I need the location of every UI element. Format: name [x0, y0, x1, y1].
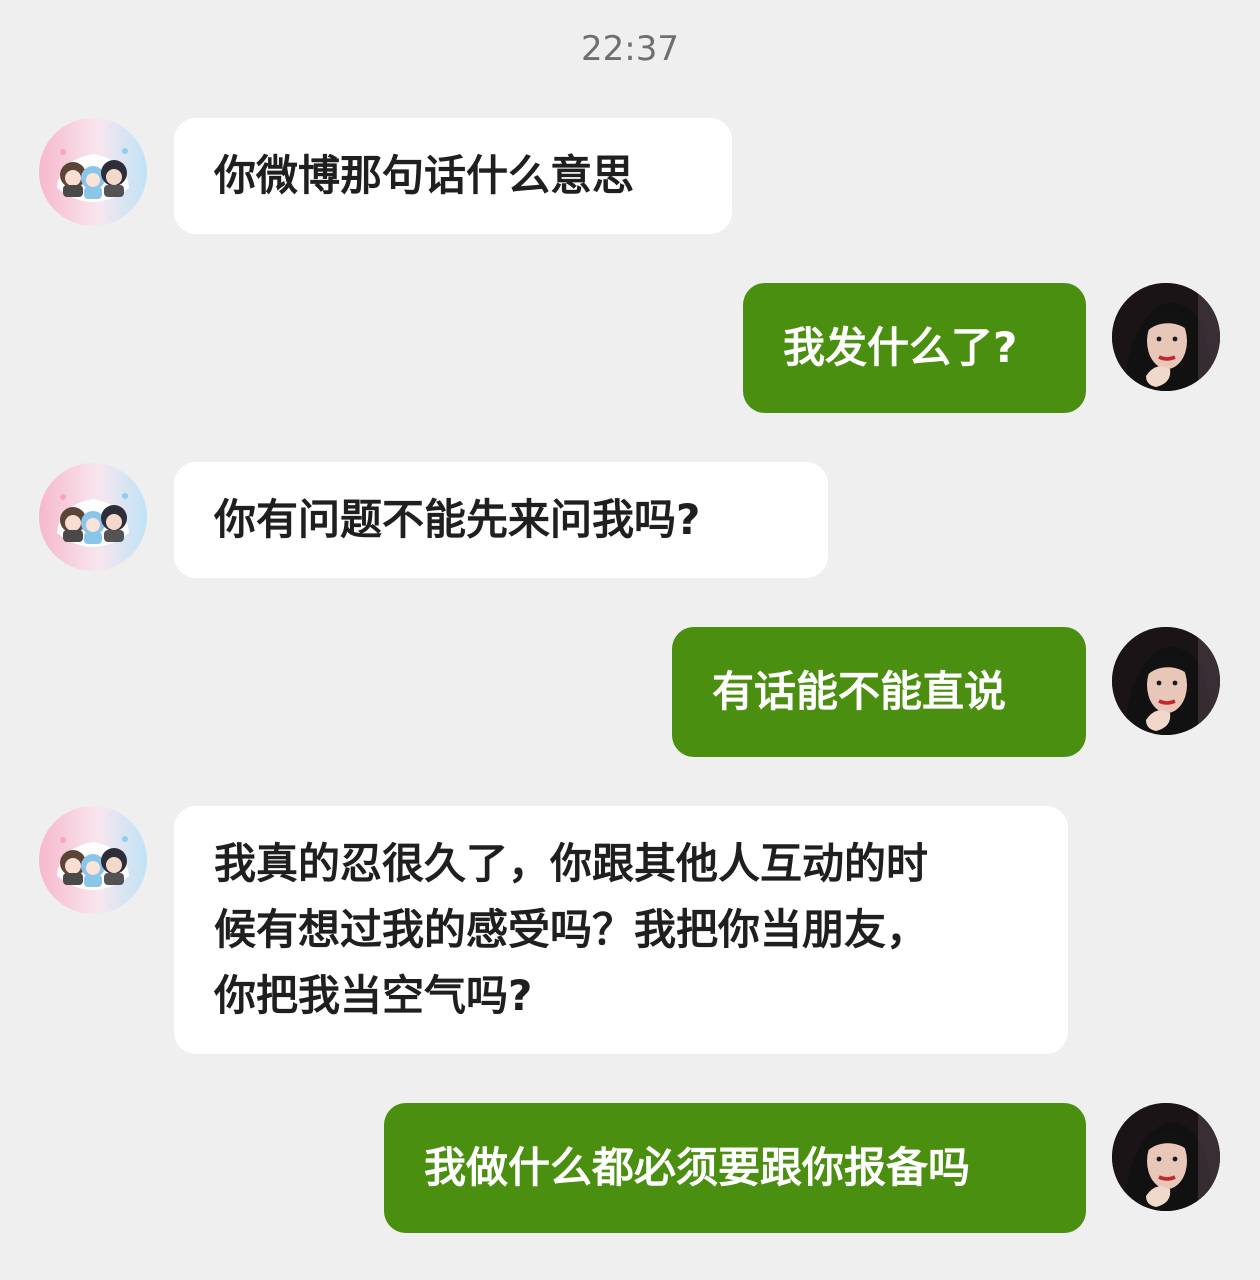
message-text-line: 你把我当空气吗? — [214, 971, 533, 1020]
user-avatar[interactable] — [1112, 283, 1220, 391]
outgoing-message-bubble[interactable]: 有话能不能直说 — [672, 627, 1086, 757]
message-text: 我做什么都必须要跟你报备吗 — [424, 1143, 971, 1192]
outgoing-message-bubble[interactable]: 我做什么都必须要跟你报备吗 — [384, 1103, 1086, 1233]
message-text-line: 候有想过我的感受吗？我把你当朋友， — [214, 905, 929, 954]
outgoing-message-bubble[interactable]: 我发什么了? — [743, 283, 1086, 413]
incoming-message-bubble[interactable]: 你有问题不能先来问我吗? — [174, 462, 828, 578]
message-text: 你有问题不能先来问我吗? — [214, 495, 701, 544]
friend-avatar[interactable] — [39, 118, 147, 226]
message-text: 有话能不能直说 — [712, 667, 1007, 716]
incoming-message-bubble[interactable]: 我真的忍很久了，你跟其他人互动的时 候有想过我的感受吗？我把你当朋友， 你把我当… — [174, 806, 1068, 1054]
message-text-line: 我真的忍很久了，你跟其他人互动的时 — [214, 839, 929, 888]
friend-avatar[interactable] — [39, 463, 147, 571]
friend-avatar[interactable] — [39, 806, 147, 914]
message-timestamp: 22:37 — [581, 29, 679, 69]
user-avatar[interactable] — [1112, 627, 1220, 735]
message-text: 我发什么了? — [783, 323, 1018, 372]
incoming-message-bubble[interactable]: 你微博那句话什么意思 — [174, 118, 732, 234]
message-text: 你微博那句话什么意思 — [214, 151, 635, 200]
user-avatar[interactable] — [1112, 1103, 1220, 1211]
